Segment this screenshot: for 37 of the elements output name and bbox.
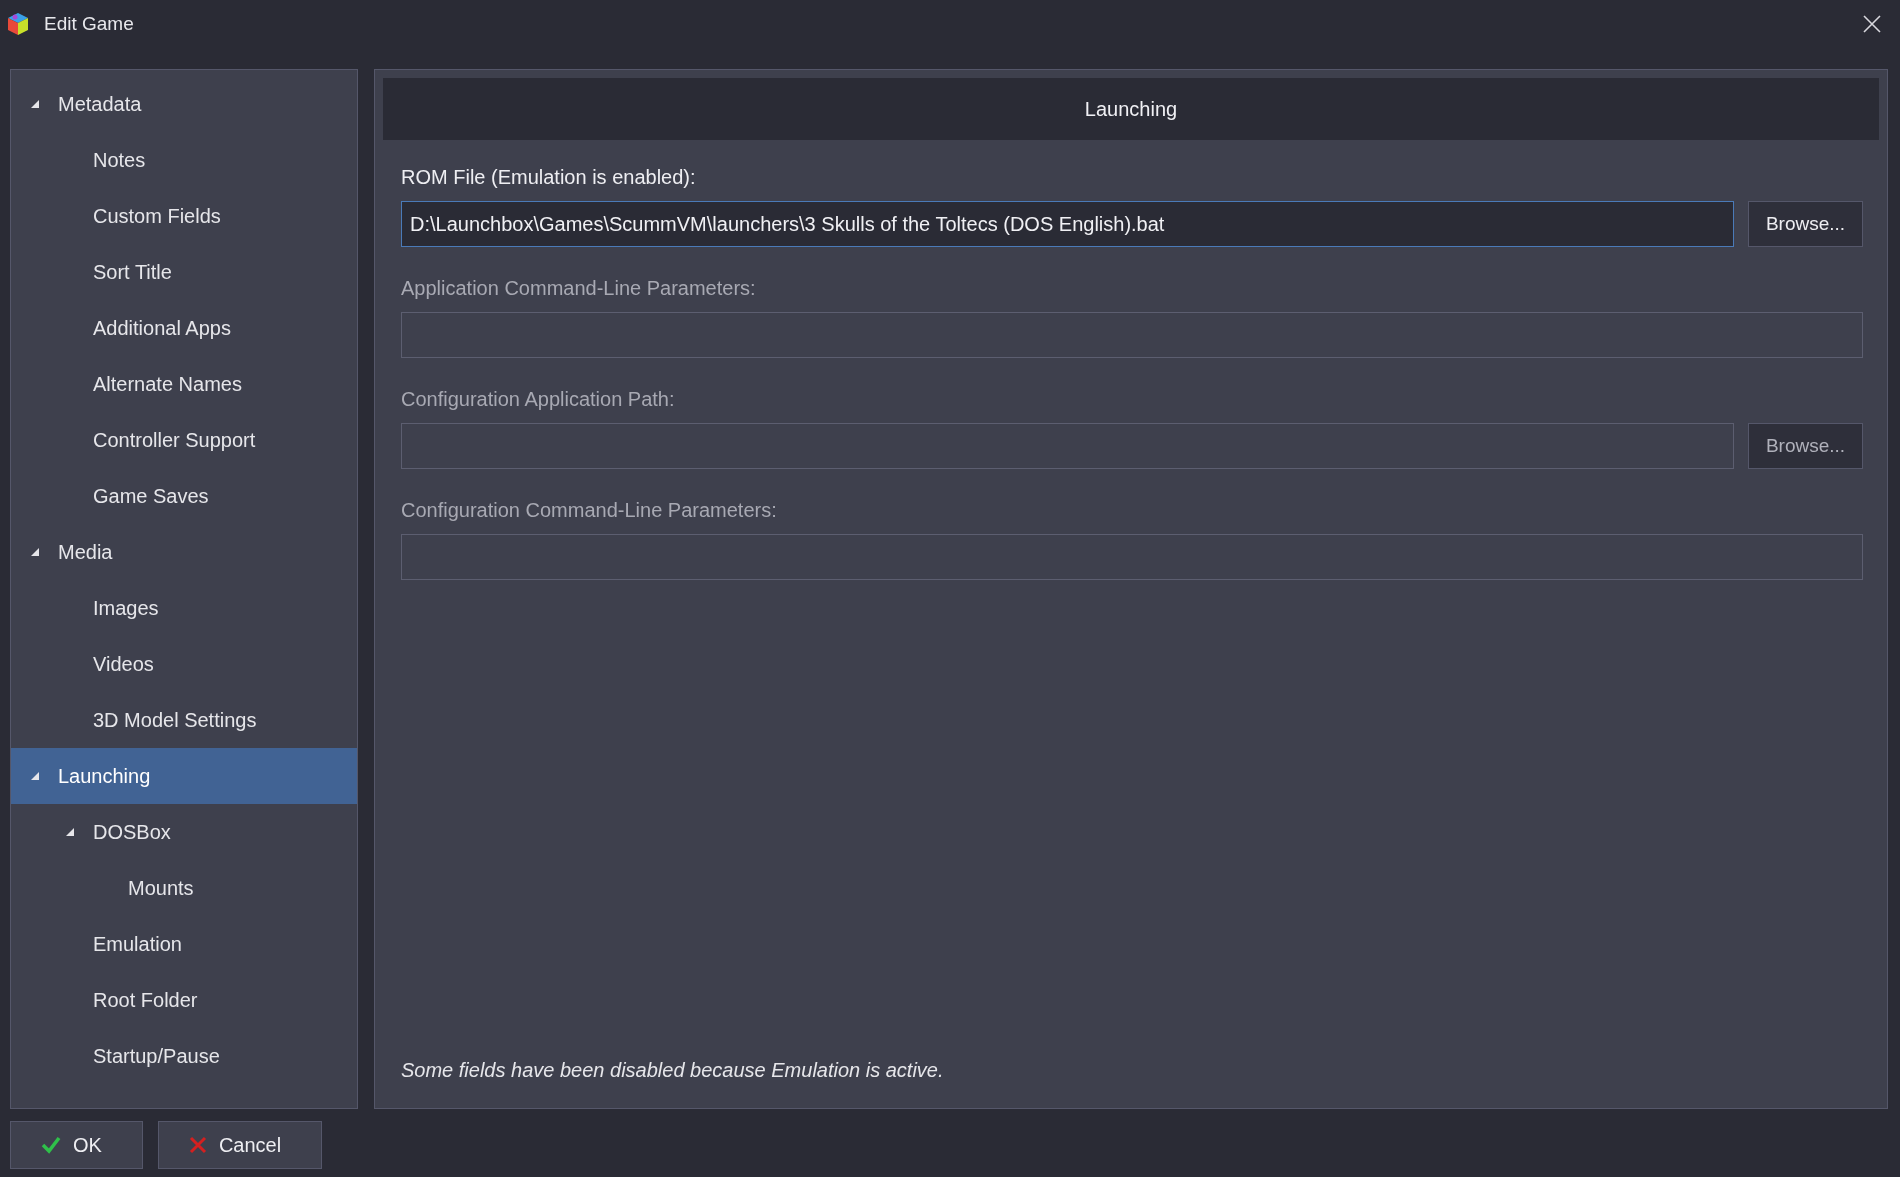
tree-item[interactable]: Custom Fields — [11, 188, 357, 244]
checkmark-icon — [41, 1136, 61, 1154]
ok-button[interactable]: OK — [10, 1121, 143, 1169]
browse-button[interactable]: Browse... — [1748, 201, 1863, 247]
tree-item[interactable]: Root Folder — [11, 972, 357, 1028]
tree-item[interactable]: Images — [11, 580, 357, 636]
tree-item[interactable]: Emulation — [11, 916, 357, 972]
tree-item[interactable]: DOSBox — [11, 804, 357, 860]
tree-item[interactable]: Startup/Pause — [11, 1028, 357, 1084]
tree-item[interactable]: Alternate Names — [11, 356, 357, 412]
tree-item[interactable]: 3D Model Settings — [11, 692, 357, 748]
close-icon — [1862, 14, 1882, 34]
expanded-triangle-icon[interactable] — [66, 828, 74, 836]
tree-item[interactable]: Mounts — [11, 860, 357, 916]
expanded-triangle-icon[interactable] — [31, 772, 39, 780]
tree-item[interactable]: Game Saves — [11, 468, 357, 524]
tree-item[interactable]: Videos — [11, 636, 357, 692]
field-label: Configuration Application Path: — [401, 388, 676, 411]
tree-item[interactable]: Media — [11, 524, 357, 580]
input-field[interactable]: D:\Launchbox\Games\ScummVM\launchers\3 Skulls of the Toltecs (DOS English).bat — [401, 201, 1734, 247]
tree-item[interactable]: Controller Support — [11, 412, 357, 468]
field-label: ROM File (Emulation is enabled): — [401, 166, 697, 189]
expanded-triangle-icon[interactable] — [31, 548, 39, 556]
expanded-triangle-icon[interactable] — [31, 100, 39, 108]
cube-logo-icon — [6, 12, 30, 36]
field-label: Application Command-Line Parameters: — [401, 277, 757, 300]
cancel-button[interactable]: Cancel — [157, 1121, 323, 1169]
panel-header: Launching — [383, 78, 1879, 140]
tree-item[interactable]: Metadata — [11, 76, 357, 132]
tree-item[interactable]: Sort Title — [11, 244, 357, 300]
tree-item[interactable]: Notes — [11, 132, 357, 188]
window-title: Edit Game — [44, 13, 135, 35]
field-label: Configuration Command-Line Parameters: — [401, 499, 778, 522]
tree-item[interactable]: Additional Apps — [11, 300, 357, 356]
disabled-note: Some fields have been disabled because Emulation is active. — [400, 1059, 945, 1083]
cross-icon — [188, 1136, 207, 1154]
tree-item[interactable]: Launching — [11, 748, 357, 804]
